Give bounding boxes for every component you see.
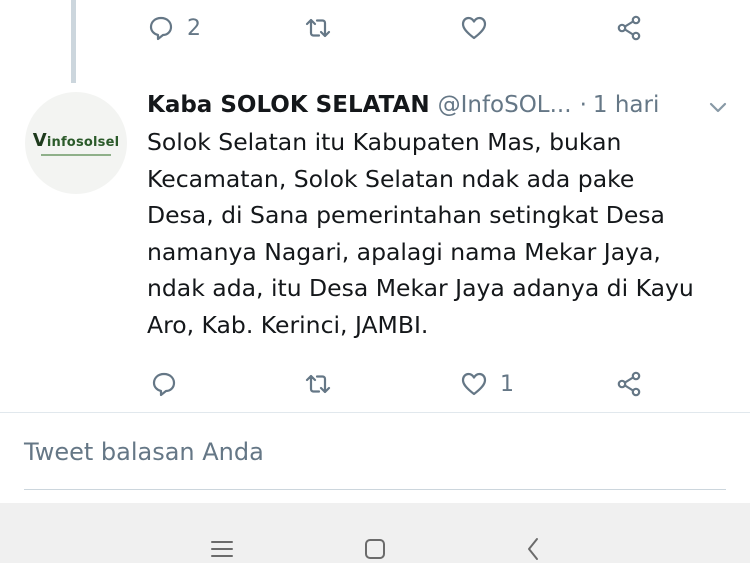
tweet-time[interactable]: 1 hari xyxy=(593,92,659,118)
recent-apps-button[interactable] xyxy=(208,535,236,563)
avatar-logo: Vinfosolsel xyxy=(32,130,120,151)
like-count: 1 xyxy=(500,371,514,397)
back-button[interactable] xyxy=(520,535,548,563)
header-separator: · xyxy=(579,92,587,118)
tweet-text-line: Desa, di Sana pemerintahan setingkat Des… xyxy=(147,201,665,230)
share-button[interactable] xyxy=(615,364,643,404)
reply-input[interactable]: Tweet balasan Anda xyxy=(24,438,726,490)
prev-tweet-actions: 2 xyxy=(0,8,750,48)
retweet-button[interactable] xyxy=(304,364,332,404)
tweet-actions: 1 xyxy=(0,364,750,404)
like-button[interactable]: 1 xyxy=(460,364,514,404)
tweet-text-line: Kecamatan, Solok Selatan ndak ada pake xyxy=(147,164,635,193)
like-icon xyxy=(461,16,487,40)
tweet-text: Solok Selatan itu Kabupaten Mas, bukan K… xyxy=(147,124,737,344)
author-handle[interactable]: @InfoSOL... xyxy=(438,92,572,118)
prev-like-button[interactable] xyxy=(460,8,488,48)
retweet-icon xyxy=(305,374,331,394)
author-name[interactable]: Kaba SOLOK SELATAN xyxy=(147,92,430,118)
reply-icon xyxy=(152,372,176,397)
retweet-icon xyxy=(305,18,331,38)
reply-icon xyxy=(149,16,173,41)
tweet-text-line: ndak ada, itu Desa Mekar Jaya adanya di … xyxy=(147,274,694,303)
prev-retweet-button[interactable] xyxy=(304,8,332,48)
chevron-down-icon xyxy=(709,102,727,113)
tweet-text-line: namanya Nagari, apalagi nama Mekar Jaya, xyxy=(147,237,661,266)
home-button[interactable] xyxy=(361,535,389,563)
share-icon xyxy=(617,15,641,41)
system-nav-bar xyxy=(0,503,750,563)
tweet-text-line: Solok Selatan itu Kabupaten Mas, bukan xyxy=(147,128,622,156)
recent-apps-icon xyxy=(211,541,233,557)
share-icon xyxy=(617,371,641,397)
tweet-header: Kaba SOLOK SELATAN @InfoSOL... · 1 hari xyxy=(147,87,707,123)
prev-reply-count: 2 xyxy=(187,15,201,41)
divider xyxy=(0,412,750,413)
like-icon xyxy=(461,372,487,396)
tweet-menu-button[interactable] xyxy=(705,94,731,120)
avatar-logo-underline xyxy=(41,154,111,156)
reply-button[interactable] xyxy=(150,364,178,404)
prev-reply-button[interactable]: 2 xyxy=(147,8,201,48)
home-icon xyxy=(365,539,385,559)
avatar[interactable]: Vinfosolsel xyxy=(25,92,127,194)
prev-share-button[interactable] xyxy=(615,8,643,48)
tweet-text-line: Aro, Kab. Kerinci, JAMBI. xyxy=(147,310,429,339)
back-icon xyxy=(528,538,538,560)
